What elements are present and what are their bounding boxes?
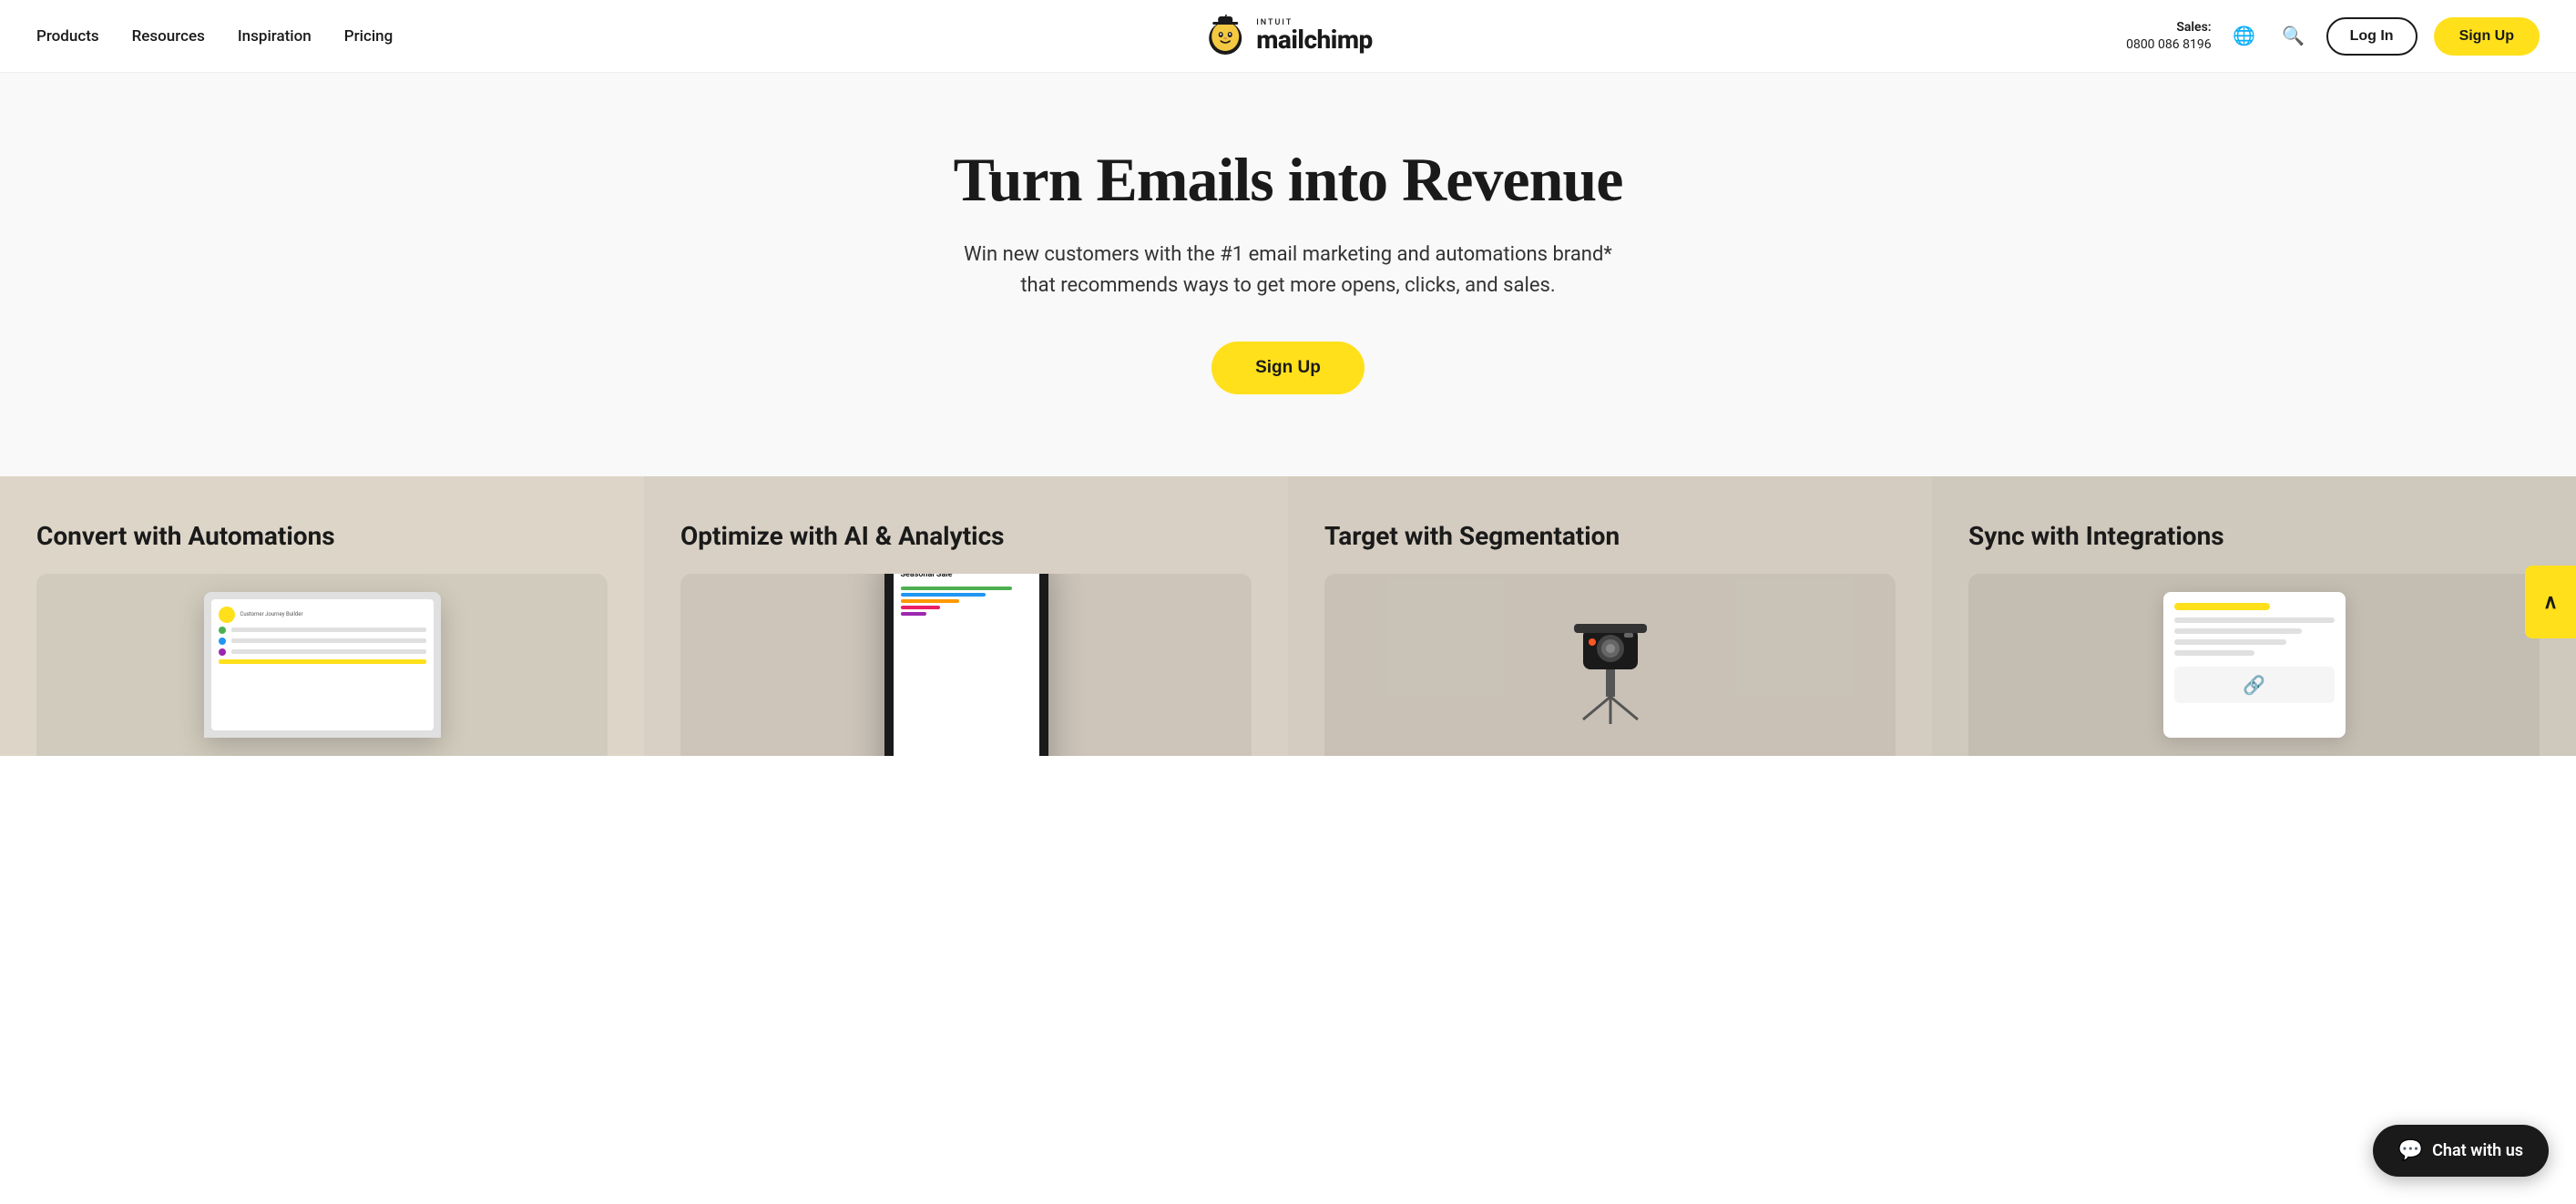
camera-illustration [1556,592,1665,738]
feature-automations-title: Convert with Automations [36,520,608,552]
phone-screen: Reports View campaign Seasonal Sale [894,574,1039,756]
sales-info: Sales: 0800 086 8196 [2126,19,2212,52]
features-section: Convert with Automations Customer Journe… [0,476,2576,756]
freddie-icon [1203,15,1247,58]
tablet-icon-area: 🔗 [2174,667,2335,703]
navbar: Products Resources Inspiration Pricing I… [0,0,2576,73]
chat-label: Chat with us [2432,1141,2523,1160]
hero-signup-button[interactable]: Sign Up [1211,342,1365,394]
tablet-bar-3 [2174,628,2303,634]
nav-left: Products Resources Inspiration Pricing [36,27,393,46]
tablet-bar-2 [2174,617,2335,623]
tablet-bar-5 [2174,650,2254,656]
sales-number: 0800 086 8196 [2126,36,2212,53]
feature-segmentation: Target with Segmentation [1288,476,1932,756]
phone-mockup: Reports View campaign Seasonal Sale [884,574,1048,756]
sale-label: Seasonal Sale [901,574,1032,579]
feature-segmentation-title: Target with Segmentation [1324,520,1896,552]
text-line-3 [231,649,426,654]
green-dot-1 [219,627,226,634]
brand-logo[interactable]: INTUIT mailchimp [1203,15,1373,58]
laptop-row-1: Customer Journey Builder [219,607,426,623]
text-line-1 [231,628,426,632]
laptop-label: Customer Journey Builder [240,611,303,617]
search-icon: 🔍 [2282,25,2305,47]
feature-analytics-title: Optimize with AI & Analytics [680,520,1252,552]
bar-1 [901,587,1012,590]
globe-icon: 🌐 [2233,25,2255,47]
search-button[interactable]: 🔍 [2277,20,2310,53]
laptop-mockup: Customer Journey Builder [204,592,441,738]
feature-automations-image: Customer Journey Builder [36,574,608,756]
freddie-widget-icon: ∧ [2543,591,2558,614]
laptop-row-4 [219,648,426,656]
globe-button[interactable]: 🌐 [2228,20,2261,53]
feature-integrations-title: Sync with Integrations [1968,520,2540,552]
nav-pricing[interactable]: Pricing [344,27,394,46]
bar-3 [901,599,960,603]
laptop-row-3 [219,638,426,645]
purple-dot [219,648,226,656]
laptop-row-5 [219,659,426,664]
brand-name: INTUIT mailchimp [1256,19,1373,53]
sales-label: Sales: [2126,19,2212,36]
chat-widget[interactable]: 💬 Chat with us [2373,1125,2549,1177]
tablet-bar-1 [2174,603,2271,610]
login-button[interactable]: Log In [2326,17,2418,56]
hero-section: Turn Emails into Revenue Win new custome… [0,73,2576,476]
laptop-row-2 [219,627,426,634]
bar-4 [901,606,940,609]
feature-integrations-image: 🔗 [1968,574,2540,756]
tablet-bar-4 [2174,639,2286,645]
mailchimp-label: mailchimp [1256,27,1373,53]
feature-segmentation-image [1324,574,1896,756]
hero-subtitle: Win new customers with the #1 email mark… [951,240,1625,301]
chat-bubble-icon: 💬 [2398,1139,2423,1162]
tablet-mockup: 🔗 [2163,592,2346,738]
freddie-side-widget[interactable]: ∧ [2525,566,2576,638]
feature-automations: Convert with Automations Customer Journe… [0,476,644,756]
nav-products[interactable]: Products [36,27,99,46]
feature-integrations: Sync with Integrations 🔗 [1932,476,2576,756]
feature-analytics-image: Reports View campaign Seasonal Sale [680,574,1252,756]
nav-inspiration[interactable]: Inspiration [238,27,312,46]
feature-analytics: Optimize with AI & Analytics Reports Vie… [644,476,1288,756]
text-line-2 [231,638,426,643]
signup-nav-button[interactable]: Sign Up [2434,17,2540,56]
bar-5 [901,612,927,616]
laptop-avatar [219,607,235,623]
bar-2 [901,593,986,597]
nav-right: Sales: 0800 086 8196 🌐 🔍 Log In Sign Up [2126,17,2540,56]
nav-resources[interactable]: Resources [132,27,205,46]
blue-dot [219,638,226,645]
hero-title: Turn Emails into Revenue [954,146,1623,214]
laptop-screen: Customer Journey Builder [211,599,434,730]
yellow-line [219,659,426,664]
connect-icon: 🔗 [2243,674,2265,696]
